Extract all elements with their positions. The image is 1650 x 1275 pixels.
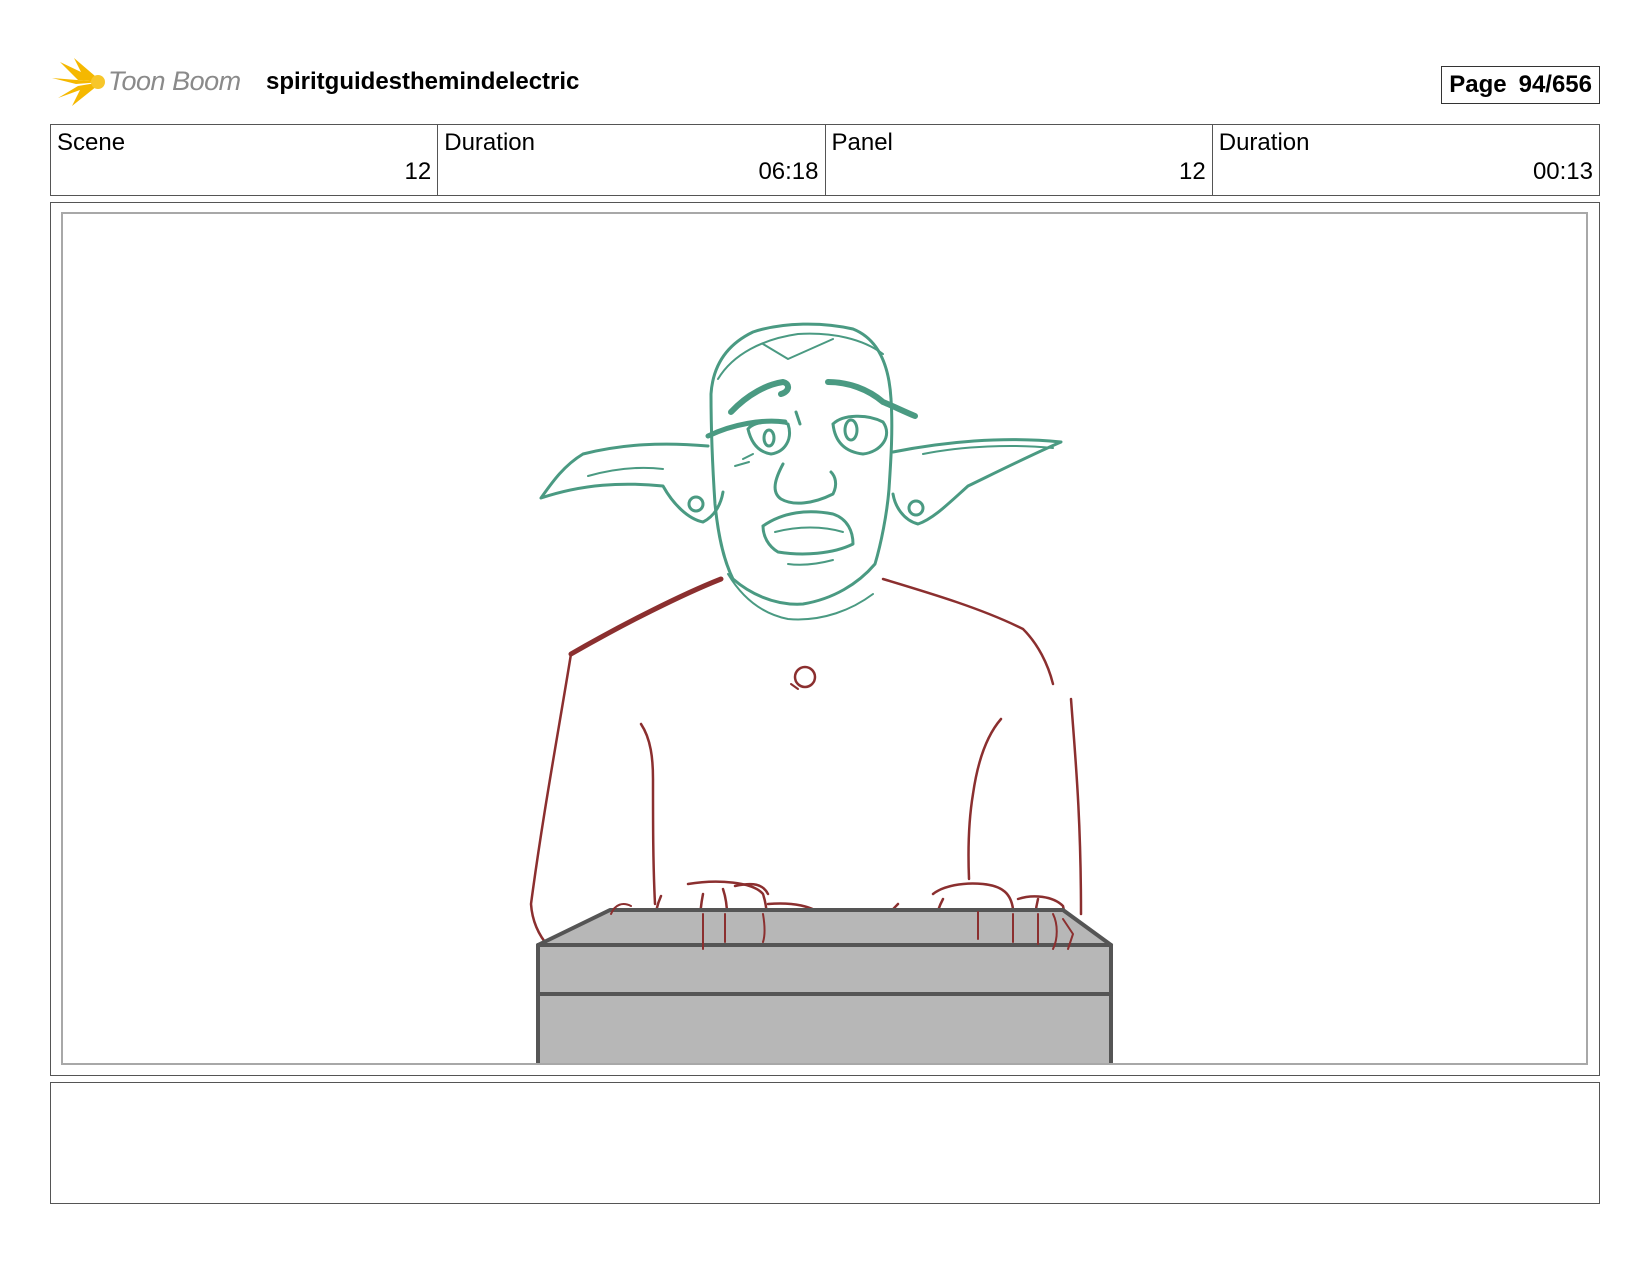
scene-duration-label: Duration bbox=[444, 129, 535, 156]
panel-value: 12 bbox=[1179, 158, 1206, 185]
scene-value: 12 bbox=[404, 158, 432, 185]
panel-info-table: Scene 12 Duration 06:18 Panel 12 Duratio… bbox=[50, 124, 1600, 196]
panel-cell: Panel 12 bbox=[826, 125, 1213, 195]
panel-duration-label: Duration bbox=[1218, 129, 1310, 156]
desk-block bbox=[536, 908, 1113, 1063]
goblin-head-sketch bbox=[539, 322, 1063, 621]
page-label: Page bbox=[1449, 71, 1507, 98]
panel-duration-cell: Duration 00:13 bbox=[1213, 125, 1599, 195]
storyboard-panel-image bbox=[61, 212, 1588, 1065]
scene-duration-cell: Duration 06:18 bbox=[438, 125, 826, 195]
project-title: spiritguidesthemindelectric bbox=[266, 68, 580, 95]
goblin-at-desk-sketch bbox=[529, 322, 1113, 1063]
scene-label: Scene bbox=[57, 129, 126, 156]
toon-boom-logo: Toon Boom bbox=[50, 56, 250, 108]
panel-notes-box bbox=[50, 1082, 1600, 1204]
page-header: Toon Boom spiritguidesthemindelectric Pa… bbox=[50, 56, 1600, 108]
scene-duration-value: 06:18 bbox=[758, 158, 819, 185]
panel-duration-value: 00:13 bbox=[1532, 158, 1593, 185]
scene-cell: Scene 12 bbox=[51, 125, 439, 195]
starburst-icon bbox=[52, 58, 105, 106]
page-number: 94/656 bbox=[1518, 71, 1592, 98]
logo-wordmark: Toon Boom bbox=[108, 66, 241, 96]
panel-label: Panel bbox=[831, 129, 893, 156]
storyboard-panel-frame bbox=[50, 202, 1600, 1076]
page-indicator: Page 94/656 bbox=[1441, 66, 1600, 104]
